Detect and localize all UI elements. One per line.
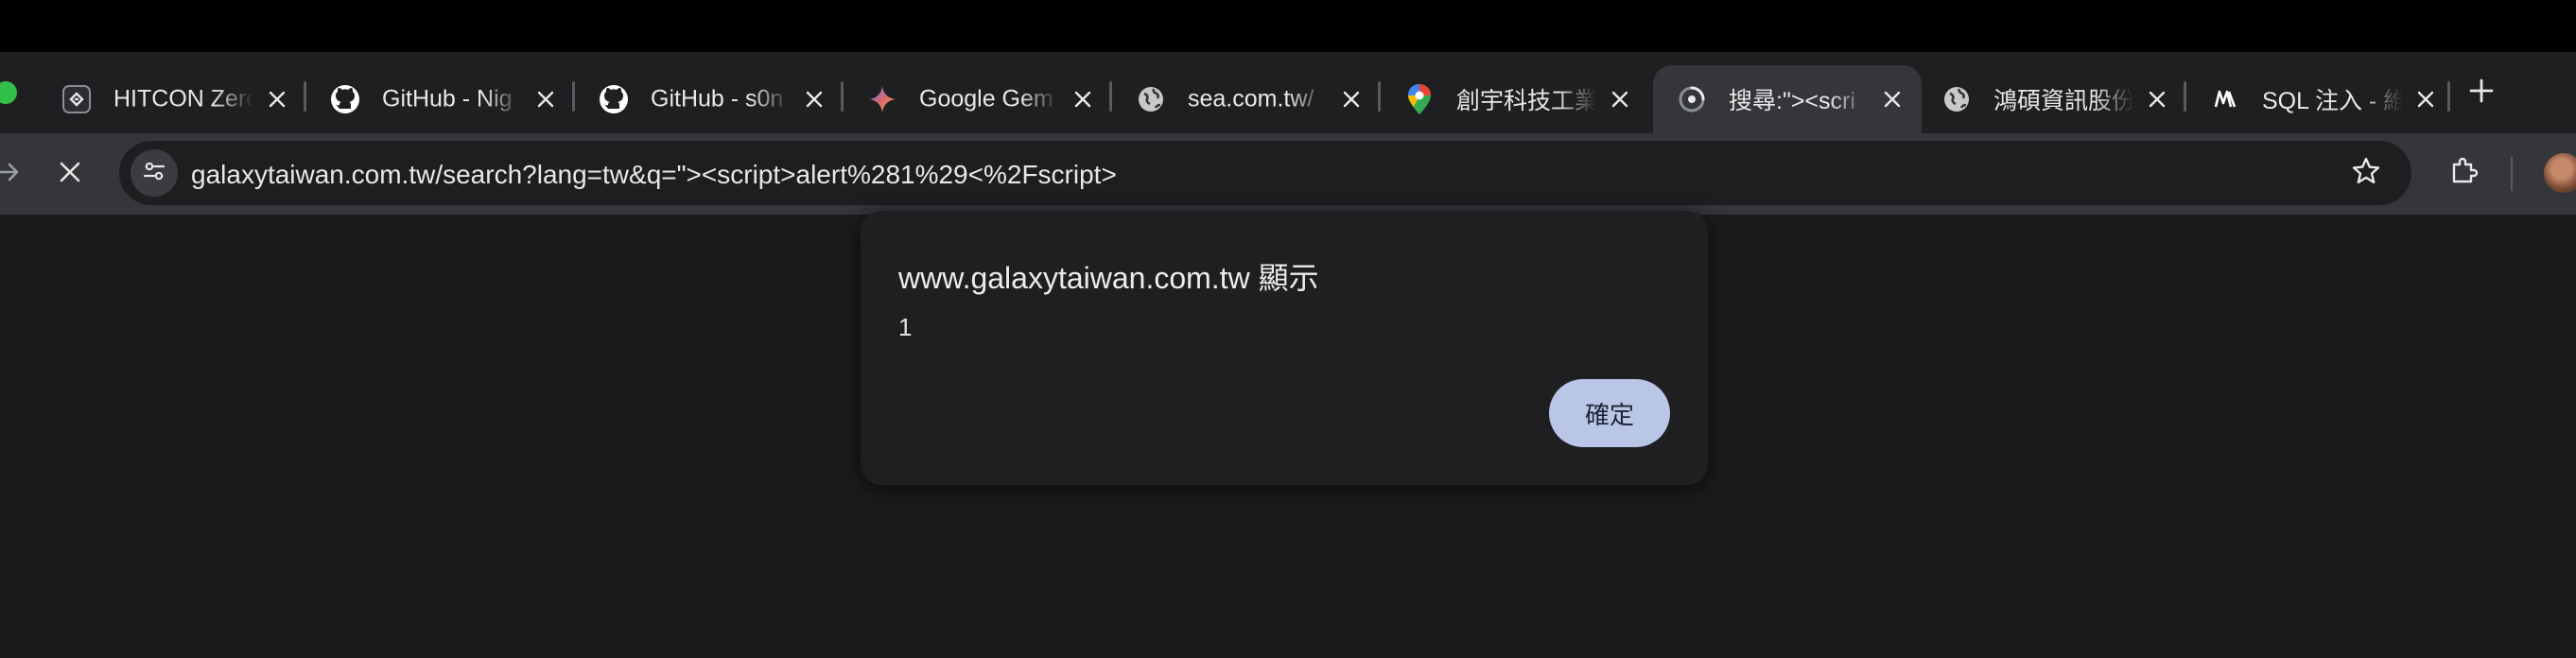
tab-hitcon-zero[interactable]: HITCON Zero: [38, 68, 306, 130]
globe-icon: [1135, 83, 1167, 115]
tab-title: 創宇科技工業: [1456, 88, 1596, 114]
screen-top-bezel: [0, 0, 2576, 52]
tune-icon: [142, 159, 166, 188]
new-tab-button[interactable]: [2463, 74, 2500, 112]
tab-github-nig[interactable]: GitHub - Nig: [306, 68, 575, 130]
extensions-button[interactable]: [2445, 154, 2483, 192]
tab-title: 鴻碩資訊股份: [1993, 88, 2133, 114]
maps-pin-icon: [1403, 83, 1436, 115]
tab-sql-injection[interactable]: SQL 注入 - 維: [2186, 68, 2455, 130]
stop-loading-button[interactable]: [53, 157, 87, 191]
tab-github-s0n[interactable]: GitHub - s0n: [575, 68, 844, 130]
close-icon[interactable]: [1069, 85, 1097, 113]
globe-icon: [1941, 83, 1973, 115]
alert-dialog: www.galaxytaiwan.com.tw 顯示 1 確定: [861, 211, 1708, 485]
github-icon: [329, 83, 361, 115]
profile-avatar[interactable]: [2544, 153, 2576, 193]
dialog-title: www.galaxytaiwan.com.tw 顯示: [898, 261, 1319, 295]
dialog-message: 1: [898, 313, 913, 341]
medium-logo-icon: [2209, 83, 2241, 115]
hitcon-zeroday-icon: [61, 83, 93, 115]
close-icon[interactable]: [1337, 85, 1366, 113]
tab-maps-place[interactable]: 創宇科技工業: [1381, 68, 1649, 130]
close-icon[interactable]: [1606, 85, 1634, 113]
tab-google-gemini[interactable]: Google Gem: [844, 68, 1112, 130]
toolbar-separator: [2511, 157, 2513, 191]
ok-button[interactable]: 確定: [1549, 379, 1670, 447]
url-text[interactable]: galaxytaiwan.com.tw/search?lang=tw&q="><…: [191, 160, 1117, 190]
puzzle-icon: [2448, 155, 2480, 192]
close-icon[interactable]: [531, 85, 560, 113]
tab-separator: [2447, 81, 2450, 112]
star-icon: [2351, 156, 2381, 191]
close-icon: [59, 161, 81, 188]
site-info-button[interactable]: [131, 149, 178, 197]
tab-title: Google Gem: [919, 85, 1053, 113]
tab-title: 搜尋:"><scri: [1729, 88, 1855, 114]
arrow-right-icon: [0, 160, 21, 189]
tab-title: GitHub - Nig: [382, 85, 513, 113]
forward-button[interactable]: [0, 157, 23, 191]
tab-title: GitHub - s0n: [651, 85, 784, 113]
loading-spinner-icon: [1676, 83, 1708, 115]
tab-hongshuo-info[interactable]: 鴻碩資訊股份: [1918, 68, 2186, 130]
bookmark-button[interactable]: [2349, 156, 2383, 190]
tab-title: SQL 注入 - 維: [2262, 88, 2402, 114]
github-icon: [598, 83, 630, 115]
close-icon[interactable]: [263, 85, 291, 113]
tab-sea-com-tw[interactable]: sea.com.tw/: [1112, 68, 1381, 130]
close-icon[interactable]: [800, 85, 828, 113]
tab-search-results[interactable]: 搜尋:"><scri: [1653, 65, 1922, 133]
close-icon[interactable]: [2143, 85, 2171, 113]
close-icon[interactable]: [1878, 85, 1906, 113]
tab-title: sea.com.tw/: [1188, 85, 1314, 113]
close-icon[interactable]: [2411, 85, 2440, 113]
gemini-sparkle-icon: [866, 83, 898, 115]
tab-title: HITCON Zero: [113, 85, 253, 113]
plus-icon: [2468, 78, 2495, 109]
